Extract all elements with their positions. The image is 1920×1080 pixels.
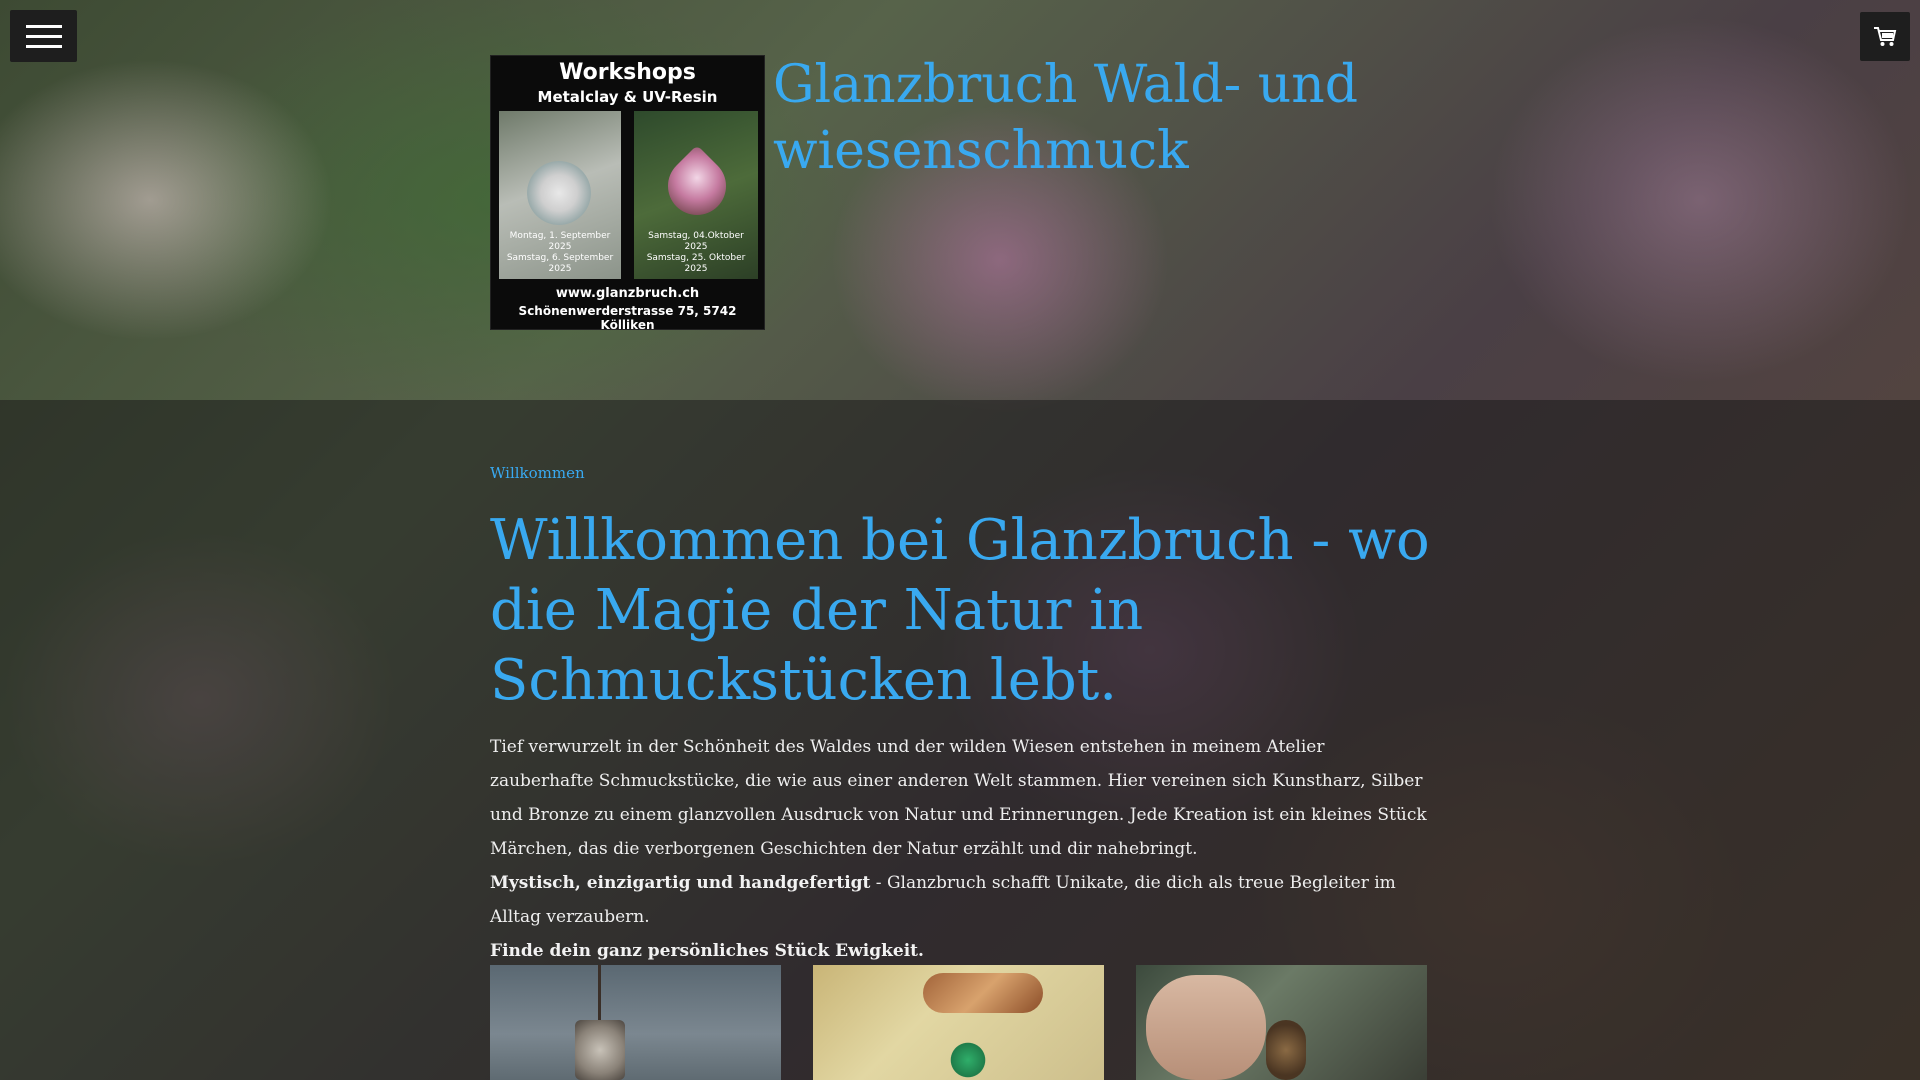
welcome-paragraph: Tief verwurzelt in der Schönheit des Wal… <box>490 737 1427 859</box>
closing-bold: Finde dein ganz persönliches Stück Ewigk… <box>490 941 924 961</box>
bone-pendant-icon <box>923 973 1043 1013</box>
logo-title: Workshops <box>559 60 696 85</box>
logo-url: www.glanzbruch.ch <box>555 286 700 301</box>
pendant-image-icon <box>575 1020 625 1080</box>
gallery-item-pendant[interactable] <box>490 965 781 1080</box>
welcome-text: Tief verwurzelt in der Schönheit des Wal… <box>490 730 1430 968</box>
hamburger-menu-button[interactable] <box>10 10 77 62</box>
flower-pendant-icon <box>527 161 591 225</box>
hamburger-menu-icon-line <box>25 24 62 28</box>
product-gallery <box>490 965 1430 1080</box>
hamburger-menu-icon-line <box>25 44 62 48</box>
chain-shape <box>598 965 601 1025</box>
logo-subtitle: Metalclay & UV-Resin <box>537 88 718 106</box>
section-eyebrow: Willkommen <box>490 464 585 482</box>
gallery-item-bone-pendant[interactable] <box>813 965 1104 1080</box>
site-title[interactable]: Glanzbruch Wald- und wiesenschmuck <box>773 52 1473 184</box>
workshop-logo-image[interactable]: Workshops Metalclay & UV-Resin Montag, 1… <box>490 55 765 332</box>
closing-line: Finde dein ganz persönliches Stück Ewigk… <box>490 934 1430 968</box>
logo-address: Schönenwerderstrasse 75, 5742 Kölliken <box>518 304 737 332</box>
tagline-bold: Mystisch, einzigartig und handgefertigt <box>490 873 871 893</box>
heart-pendant-icon <box>655 144 739 228</box>
logo-photo-heart-pendant: Samstag, 04.Oktober 2025 Samstag, 25. Ok… <box>634 111 758 279</box>
tagline: Mystisch, einzigartig und handgefertigt … <box>490 866 1430 934</box>
gallery-item-charm[interactable] <box>1136 965 1427 1080</box>
logo-right-dates: Samstag, 04.Oktober 2025 Samstag, 25. Ok… <box>646 231 746 274</box>
charm-image-icon <box>1266 1020 1306 1080</box>
main-content: Willkommen Willkommen bei Glanzbruch - w… <box>490 400 1430 968</box>
logo-left-dates: Montag, 1. September 2025 Samstag, 6. Se… <box>506 231 614 274</box>
hand-image <box>1146 975 1266 1080</box>
hamburger-menu-icon-line <box>25 34 62 38</box>
welcome-heading: Willkommen bei Glanzbruch - wo die Magie… <box>490 508 1430 713</box>
shopping-cart-icon <box>1874 26 1897 46</box>
site-header: Workshops Metalclay & UV-Resin Montag, 1… <box>0 0 1920 400</box>
logo-photo-flower-pendant: Montag, 1. September 2025 Samstag, 6. Se… <box>499 111 621 279</box>
paw-charm-icon <box>948 1040 988 1080</box>
cart-button[interactable] <box>1860 12 1910 61</box>
